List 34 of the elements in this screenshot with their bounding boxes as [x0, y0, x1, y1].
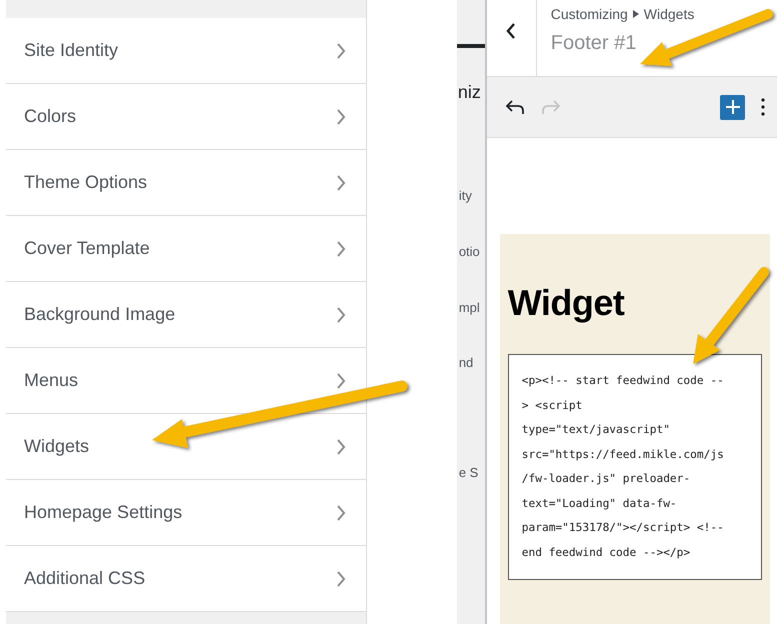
code-block[interactable] [508, 354, 762, 580]
undo-icon[interactable] [504, 99, 525, 115]
code-line: end feedwind code --></p> [522, 544, 692, 560]
breadcrumb-separator-icon [632, 10, 639, 18]
add-block-button[interactable] [720, 94, 745, 120]
cut-off-label: niz [458, 82, 481, 103]
code-line: text="Loading" data-fw- [522, 496, 678, 512]
chevron-right-icon [336, 372, 346, 388]
chevron-right-icon [336, 504, 346, 520]
cut-off-label: e S [458, 465, 478, 480]
code-line: > <script [522, 398, 584, 414]
widget-heading: Widget [508, 282, 626, 324]
code-line: param="153178/"></script> <!-- [522, 520, 725, 536]
chevron-right-icon [336, 306, 346, 322]
plus-icon [726, 100, 740, 114]
panel-title: Footer #1 [550, 32, 638, 55]
code-line: <p><!-- start feedwind code -- [522, 373, 725, 389]
chevron-right-icon [336, 108, 346, 124]
cut-off-label: nd [458, 355, 474, 370]
code-line: src="https://feed.mikle.com/js [522, 446, 725, 462]
chevron-right-icon [336, 174, 346, 190]
breadcrumb-current: Widgets [644, 6, 694, 22]
cut-off-label: otio [458, 244, 480, 259]
code-line: /fw-loader.js" preloader- [522, 471, 692, 487]
chevron-right-icon [336, 240, 346, 256]
code-line: type="text/javascript" [522, 422, 671, 438]
chevron-right-icon [336, 42, 346, 58]
cut-off-label: mpl [458, 300, 480, 315]
chevron-right-icon [336, 570, 346, 586]
breadcrumb-link[interactable]: Customizing [550, 6, 628, 22]
more-options-icon[interactable] [761, 98, 765, 116]
chevron-right-icon [336, 438, 346, 454]
cut-off-label: ity [458, 188, 472, 203]
chevron-left-icon [506, 22, 516, 40]
